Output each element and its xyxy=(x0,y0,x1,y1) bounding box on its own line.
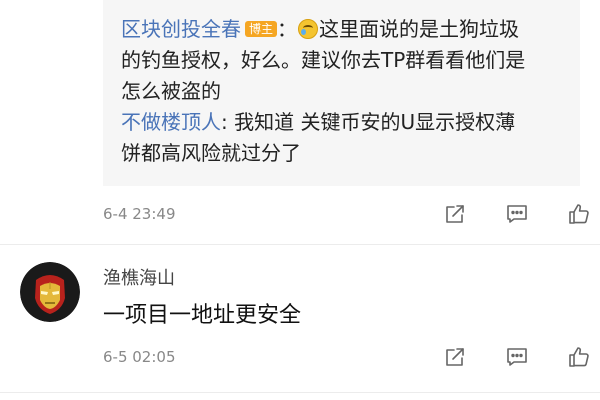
reply-line-1: 区块创投全春 博主： 这里面说的是土狗垃圾 xyxy=(121,14,564,45)
divider xyxy=(0,392,600,393)
like-button[interactable] xyxy=(565,343,593,371)
comment-button[interactable] xyxy=(503,200,531,228)
share-icon xyxy=(446,205,464,223)
reply-author-link[interactable]: 区块创投全春 xyxy=(121,17,241,41)
timestamp: 6-5 02:05 xyxy=(103,348,176,366)
comment-meta-row: 6-5 02:05 xyxy=(103,342,593,372)
reply-author-link[interactable]: 不做楼顶人 xyxy=(121,110,221,134)
reply-line-4: 不做楼顶人: 我知道 关键币安的U显示授权薄 xyxy=(121,107,564,138)
share-button[interactable] xyxy=(441,200,469,228)
comment-icon xyxy=(507,348,527,366)
comment-meta-row: 6-4 23:49 xyxy=(103,199,593,229)
reply-text: 我知道 关键币安的U显示授权薄 xyxy=(227,110,516,134)
reply-text: 这里面说的是土狗垃圾 xyxy=(319,17,520,41)
reply-separator: ： xyxy=(277,17,298,41)
reply-line-3: 怎么被盗的 xyxy=(121,76,564,107)
reply-thread: 区块创投全春 博主： 这里面说的是土狗垃圾 的钓鱼授权，好么。建议你去TP群看看他们… xyxy=(103,0,580,186)
divider xyxy=(0,244,600,245)
avatar[interactable] xyxy=(20,262,80,322)
blogger-badge: 博主 xyxy=(245,21,278,37)
comment-icon xyxy=(507,205,527,223)
crying-laughing-emoji-icon xyxy=(298,19,319,39)
reply-line-5: 饼都高风险就过分了 xyxy=(121,138,564,169)
reply-line-2: 的钓鱼授权，好么。建议你去TP群看看他们是 xyxy=(121,45,564,76)
iron-man-avatar-icon xyxy=(20,262,80,322)
like-icon xyxy=(569,204,589,224)
like-button[interactable] xyxy=(565,200,593,228)
comment-text: 一项目一地址更安全 xyxy=(103,303,302,328)
reply-text: 饼都高风险就过分了 xyxy=(121,141,301,165)
reply-text: 怎么被盗的 xyxy=(121,79,221,103)
timestamp: 6-4 23:49 xyxy=(103,205,176,223)
like-icon xyxy=(569,347,589,367)
share-icon xyxy=(446,348,464,366)
reply-text: 的钓鱼授权，好么。建议你去TP群看看他们是 xyxy=(121,48,526,72)
comment-button[interactable] xyxy=(503,343,531,371)
reply-separator: : xyxy=(221,110,228,134)
share-button[interactable] xyxy=(441,343,469,371)
comment-author[interactable]: 渔樵海山 xyxy=(103,264,175,290)
